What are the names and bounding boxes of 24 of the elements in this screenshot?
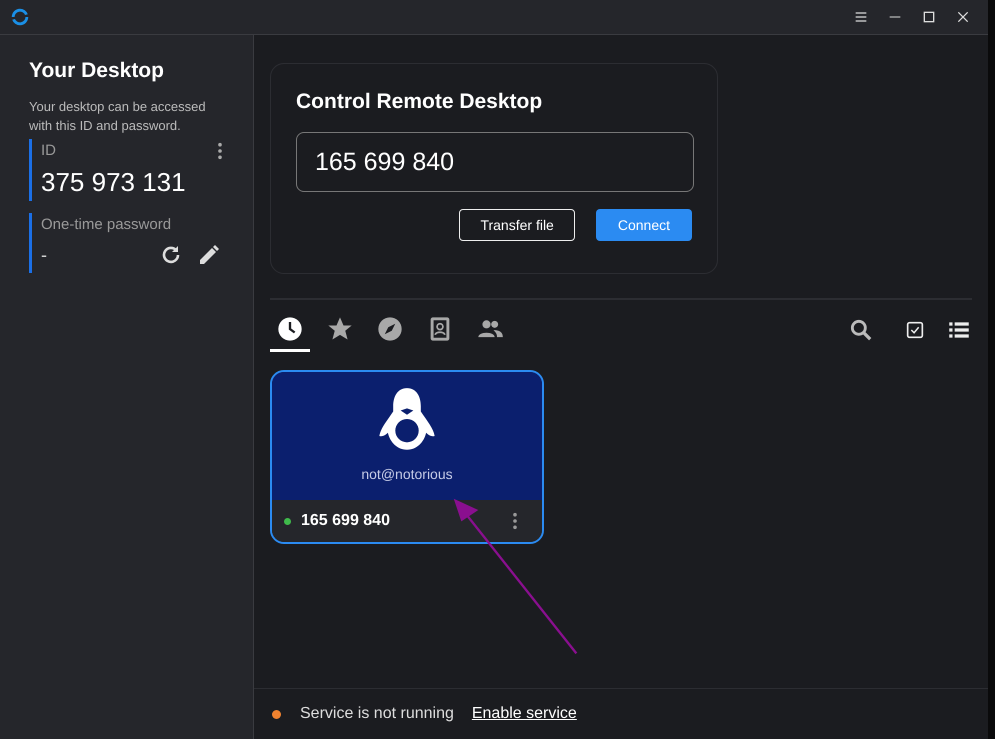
sidebar-description: Your desktop can be accessed with this ID and password. <box>29 98 207 135</box>
app-logo-icon <box>9 6 31 28</box>
peer-name: not@notorious <box>361 466 453 482</box>
close-icon[interactable] <box>955 9 971 25</box>
password-value: - <box>41 244 47 266</box>
id-label: ID <box>41 141 56 161</box>
connect-title: Control Remote Desktop <box>296 90 544 114</box>
service-status: Service is not running <box>300 705 454 723</box>
sidebar-title: Your Desktop <box>29 59 165 83</box>
search-icon[interactable] <box>848 317 874 343</box>
password-label: One-time password <box>41 215 172 235</box>
maximize-icon[interactable] <box>921 9 937 25</box>
enable-service-link[interactable]: Enable service <box>472 705 577 723</box>
more-options-icon[interactable] <box>512 512 518 530</box>
compass-icon <box>376 314 404 342</box>
peer-id: 165 699 840 <box>301 512 390 530</box>
more-options-icon[interactable] <box>217 142 223 160</box>
edit-icon[interactable] <box>197 243 221 267</box>
id-value: 375 973 131 <box>41 166 187 199</box>
peer-card[interactable]: not@notorious 165 699 840 <box>270 370 544 544</box>
transfer-file-button[interactable]: Transfer file <box>459 209 575 241</box>
clock-icon <box>276 314 304 342</box>
remote-id-field[interactable]: 165 699 840 <box>296 132 694 192</box>
checkbox-icon[interactable] <box>904 319 926 341</box>
